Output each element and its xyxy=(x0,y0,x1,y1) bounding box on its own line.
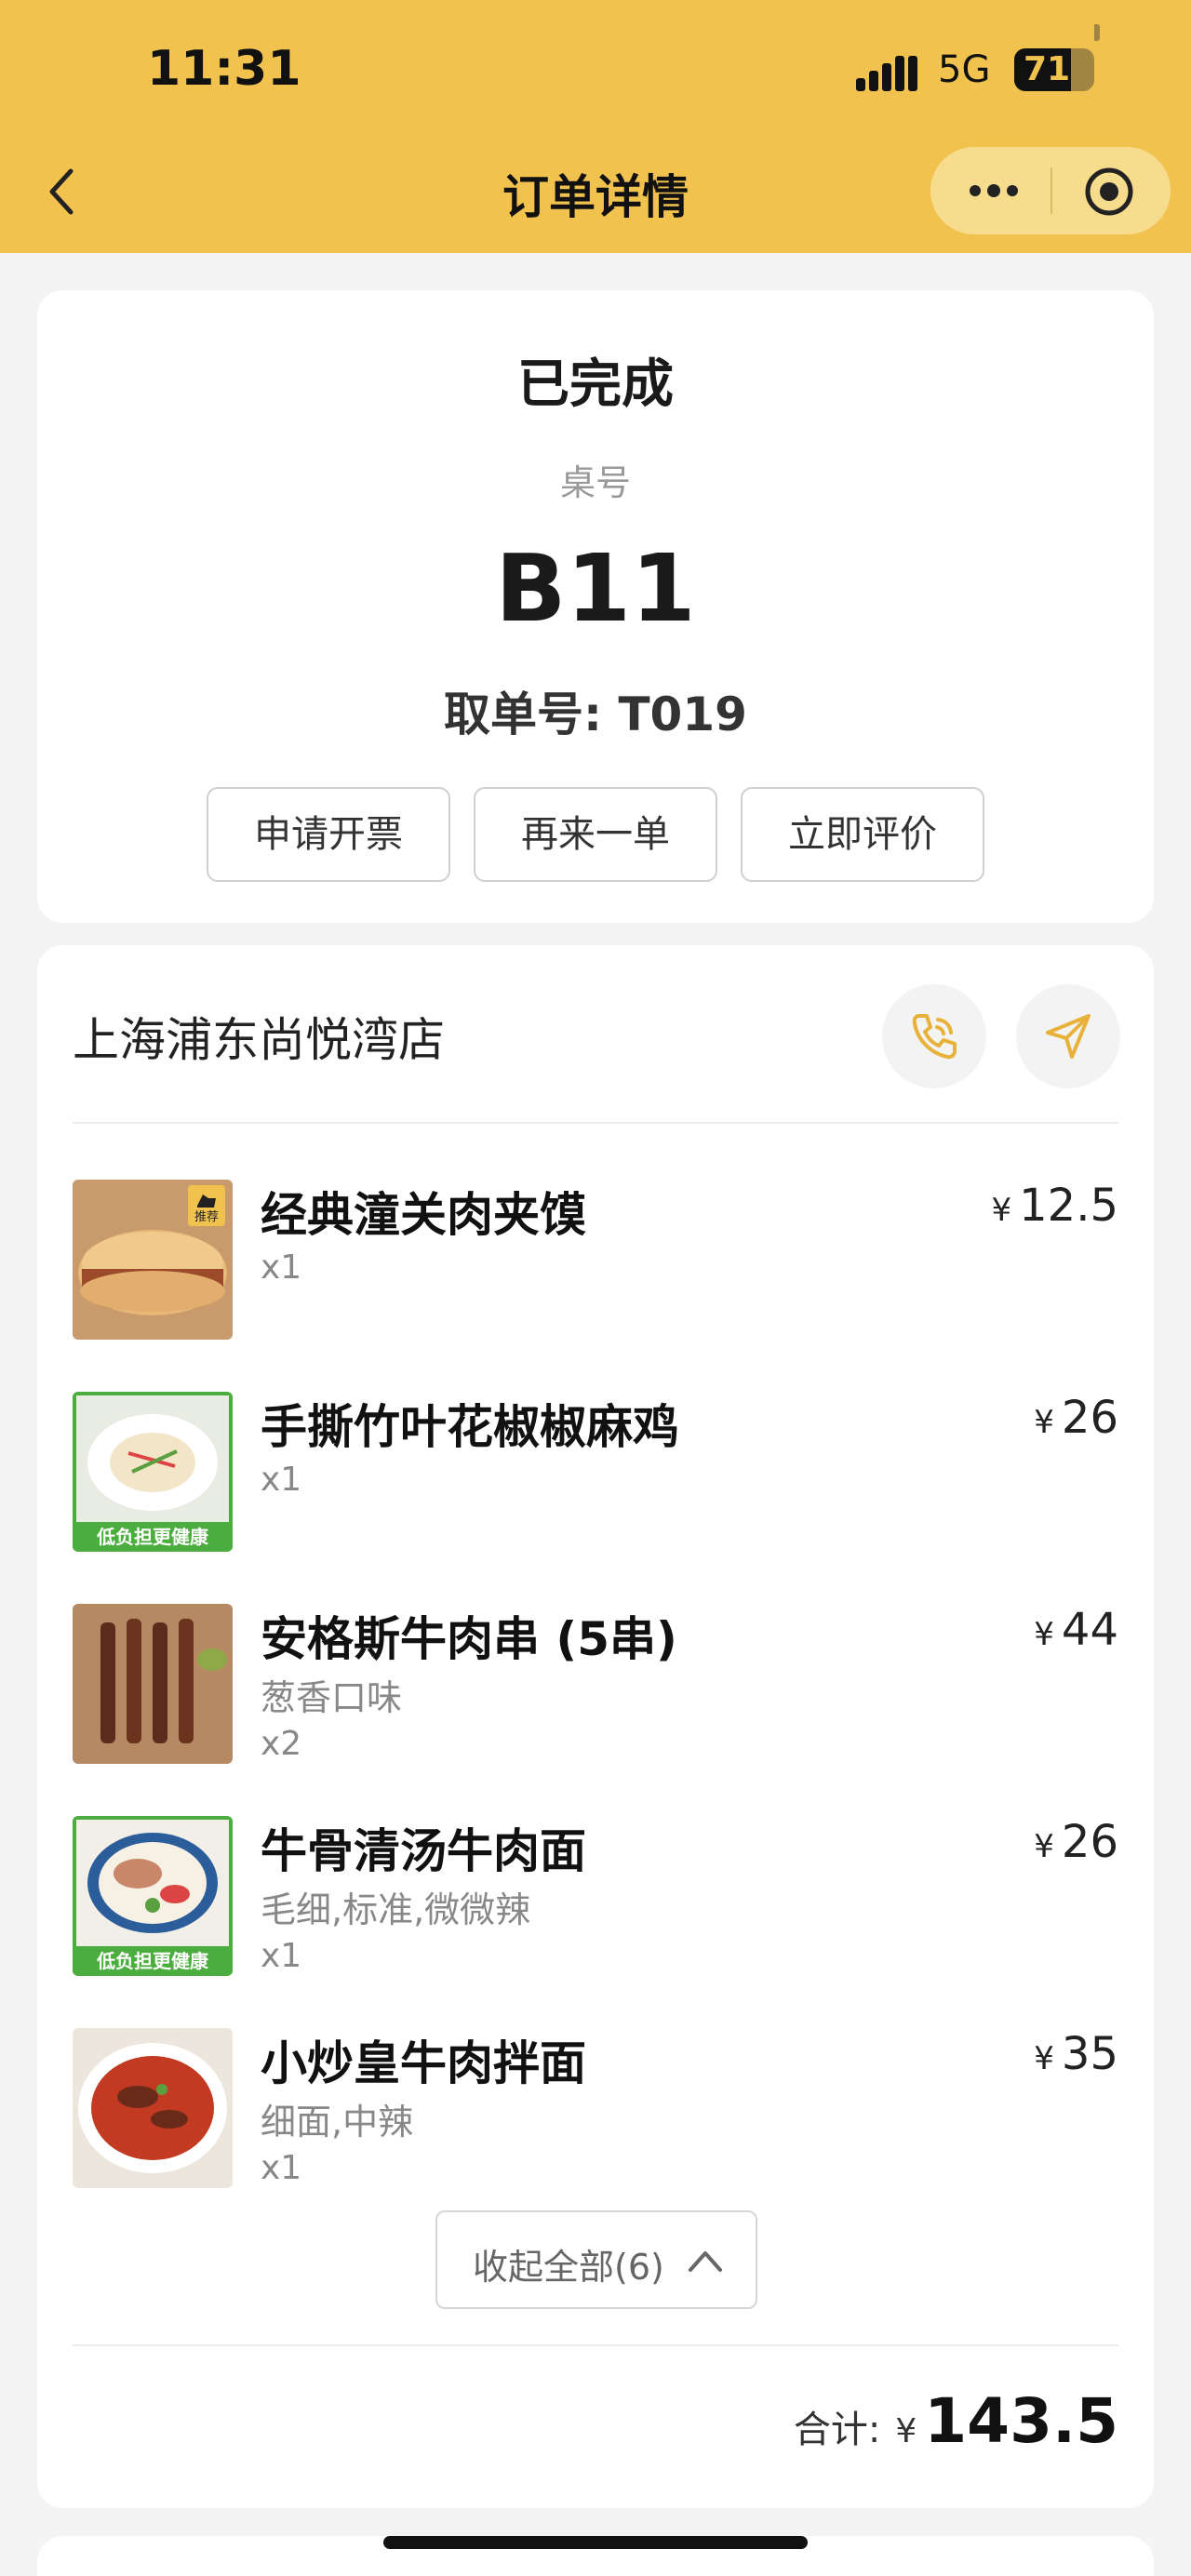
beef-noodle-bowl-image xyxy=(73,2028,233,2188)
order-status: 已完成 xyxy=(517,354,674,415)
more-icon[interactable] xyxy=(966,175,1022,207)
item-name: 牛骨清汤牛肉面 xyxy=(261,1824,586,1878)
item-name: 安格斯牛肉串 (5串) xyxy=(261,1612,677,1666)
battery-icon: 71 xyxy=(1014,48,1094,91)
item-image: 低负担更健康 xyxy=(73,1392,233,1552)
table-number: B11 xyxy=(495,534,696,643)
status-time: 11:31 xyxy=(147,41,301,97)
store-divider xyxy=(73,1122,1118,1124)
top-header: 11:31 5G 71 订单详情 xyxy=(0,0,1191,253)
item-price: ¥26 xyxy=(1034,1392,1118,1444)
list-item[interactable]: 小炒皇牛肉拌面 细面,中辣 x1 ¥35 xyxy=(73,2028,1118,2214)
item-image xyxy=(73,2028,233,2188)
mini-program-capsule xyxy=(930,147,1171,234)
item-name: 小炒皇牛肉拌面 xyxy=(261,2036,586,2090)
list-item[interactable]: 低负担更健康 手撕竹叶花椒椒麻鸡 x1 ¥26 xyxy=(73,1392,1118,1578)
item-image: 推荐 xyxy=(73,1180,233,1340)
pickup-number: 取单号: T019 xyxy=(444,687,747,741)
order-status-card: 已完成 桌号 B11 取单号: T019 申请开票 再来一单 立即评价 xyxy=(37,290,1154,923)
store-name: 上海浦东尚悦湾店 xyxy=(73,1013,445,1067)
item-options: 细面,中辣 xyxy=(261,2102,414,2142)
item-price: ¥44 xyxy=(1034,1604,1118,1656)
total-label: 合计: xyxy=(793,2409,881,2451)
order-items-card: 上海浦东尚悦湾店 推荐 经典潼关肉夹馍 x1 ¥ 12.5 低负担更健康 手撕竹… xyxy=(37,945,1154,2508)
item-name: 手撕竹叶花椒椒麻鸡 xyxy=(261,1400,679,1454)
chevron-up-icon xyxy=(689,2251,722,2272)
apply-invoice-button[interactable]: 申请开票 xyxy=(207,787,450,882)
battery-level: 71 xyxy=(1023,50,1071,88)
svg-text:推荐: 推荐 xyxy=(194,1210,219,1224)
item-image xyxy=(73,1604,233,1764)
item-quantity: x2 xyxy=(261,1725,302,1763)
collapse-label: 收起全部(6) xyxy=(473,2247,664,2288)
battery-tip xyxy=(1094,24,1100,41)
svg-text:低负担更健康: 低负担更健康 xyxy=(96,1526,209,1548)
item-quantity: x1 xyxy=(261,1248,302,1287)
review-button[interactable]: 立即评价 xyxy=(741,787,984,882)
list-item[interactable]: 安格斯牛肉串 (5串) 葱香口味 x2 ¥44 xyxy=(73,1604,1118,1790)
item-quantity: x1 xyxy=(261,1461,302,1499)
close-target-icon[interactable] xyxy=(1083,166,1135,218)
roujiamo-image: 推荐 xyxy=(73,1180,233,1340)
collapse-all-button[interactable]: 收起全部(6) xyxy=(435,2210,757,2309)
item-options: 葱香口味 xyxy=(261,1677,403,1718)
navigation-arrow-icon xyxy=(1046,1014,1091,1059)
list-item[interactable]: 低负担更健康 牛骨清汤牛肉面 毛细,标准,微微辣 x1 ¥26 xyxy=(73,1816,1118,2002)
list-item[interactable]: 推荐 经典潼关肉夹馍 x1 ¥12.5 xyxy=(73,1180,1118,1366)
item-price: ¥26 xyxy=(1034,1816,1118,1868)
item-image: 低负担更健康 xyxy=(73,1816,233,1976)
item-name: 经典潼关肉夹馍 xyxy=(261,1188,586,1242)
item-quantity: x1 xyxy=(261,2149,302,2187)
capsule-divider xyxy=(1050,167,1052,214)
beef-skewers-image xyxy=(73,1604,233,1764)
reorder-button[interactable]: 再来一单 xyxy=(474,787,717,882)
phone-icon xyxy=(912,1014,957,1060)
status-bar: 11:31 5G 71 xyxy=(0,37,1191,102)
item-price: ¥12.5 xyxy=(991,1180,1118,1232)
item-options: 毛细,标准,微微辣 xyxy=(261,1889,531,1930)
chicken-dish-image: 低负担更健康 xyxy=(73,1392,233,1552)
navigate-button[interactable] xyxy=(1016,984,1120,1088)
svg-text:低负担更健康: 低负担更健康 xyxy=(96,1950,209,1972)
total-amount: 143.5 xyxy=(924,2385,1118,2457)
network-type: 5G xyxy=(938,48,991,91)
home-indicator[interactable] xyxy=(383,2536,808,2549)
table-label: 桌号 xyxy=(559,462,631,503)
total-divider xyxy=(73,2344,1118,2346)
call-button[interactable] xyxy=(882,984,986,1088)
order-total: 合计: ¥143.5 xyxy=(793,2385,1118,2457)
signal-icon xyxy=(856,56,917,91)
beef-noodle-soup-image: 低负担更健康 xyxy=(73,1816,233,1976)
item-quantity: x1 xyxy=(261,1937,302,1975)
item-price: ¥35 xyxy=(1034,2028,1118,2080)
